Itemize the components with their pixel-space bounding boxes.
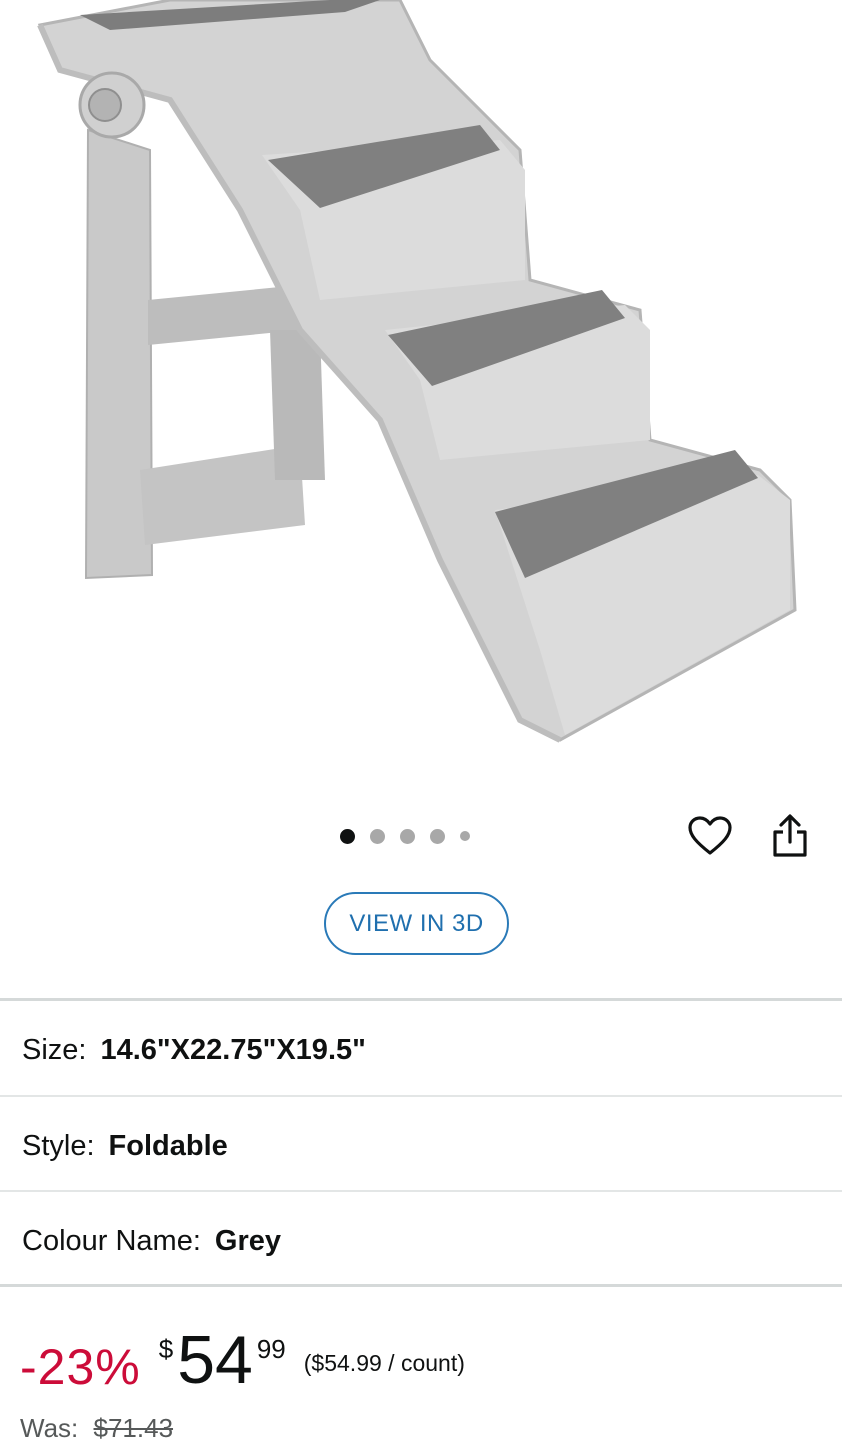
wishlist-button[interactable]: [686, 812, 734, 860]
section-divider: [0, 998, 842, 1001]
row-divider: [0, 1095, 842, 1097]
view-in-3d-button[interactable]: VIEW IN 3D: [324, 892, 509, 955]
discount-percent: -23%: [20, 1339, 141, 1395]
carousel-dot-5[interactable]: [460, 831, 470, 841]
was-price: $71.43: [93, 1413, 174, 1440]
price-per-unit: ($54.99 / count): [303, 1350, 465, 1376]
colour-value: Grey: [214, 1225, 282, 1257]
price-block: -23% $ 54 99 ($54.99 / count): [20, 1326, 465, 1406]
was-label: Was:: [20, 1413, 79, 1440]
carousel-dot-3[interactable]: [400, 828, 415, 844]
price-currency: $: [158, 1334, 174, 1364]
heart-outline-icon: [688, 816, 732, 855]
style-value: Foldable: [108, 1130, 228, 1162]
colour-label: Colour Name:: [22, 1225, 201, 1257]
view-in-3d-label: VIEW IN 3D: [349, 909, 484, 937]
share-icon: [773, 814, 807, 857]
was-price-row: Was: $71.43: [20, 1413, 173, 1440]
colour-variation-row[interactable]: Colour Name: Grey: [0, 1195, 842, 1288]
carousel-dot-1[interactable]: [340, 828, 355, 844]
section-divider: [0, 1284, 842, 1287]
carousel-dot-2[interactable]: [370, 828, 385, 844]
style-label: Style:: [22, 1130, 95, 1162]
price-whole: 54: [177, 1322, 253, 1398]
carousel-dot-4[interactable]: [430, 828, 445, 844]
size-value: 14.6"X22.75"X19.5": [100, 1034, 366, 1066]
pet-stairs-illustration: [37, 0, 797, 743]
share-button[interactable]: [766, 812, 814, 860]
image-carousel-dots[interactable]: [340, 826, 490, 846]
product-image[interactable]: [0, 0, 842, 800]
size-label: Size:: [22, 1034, 87, 1066]
size-variation-row[interactable]: Size: 14.6"X22.75"X19.5": [0, 1004, 842, 1097]
row-divider: [0, 1190, 842, 1192]
style-variation-row[interactable]: Style: Foldable: [0, 1100, 842, 1193]
price-fraction: 99: [256, 1334, 286, 1364]
